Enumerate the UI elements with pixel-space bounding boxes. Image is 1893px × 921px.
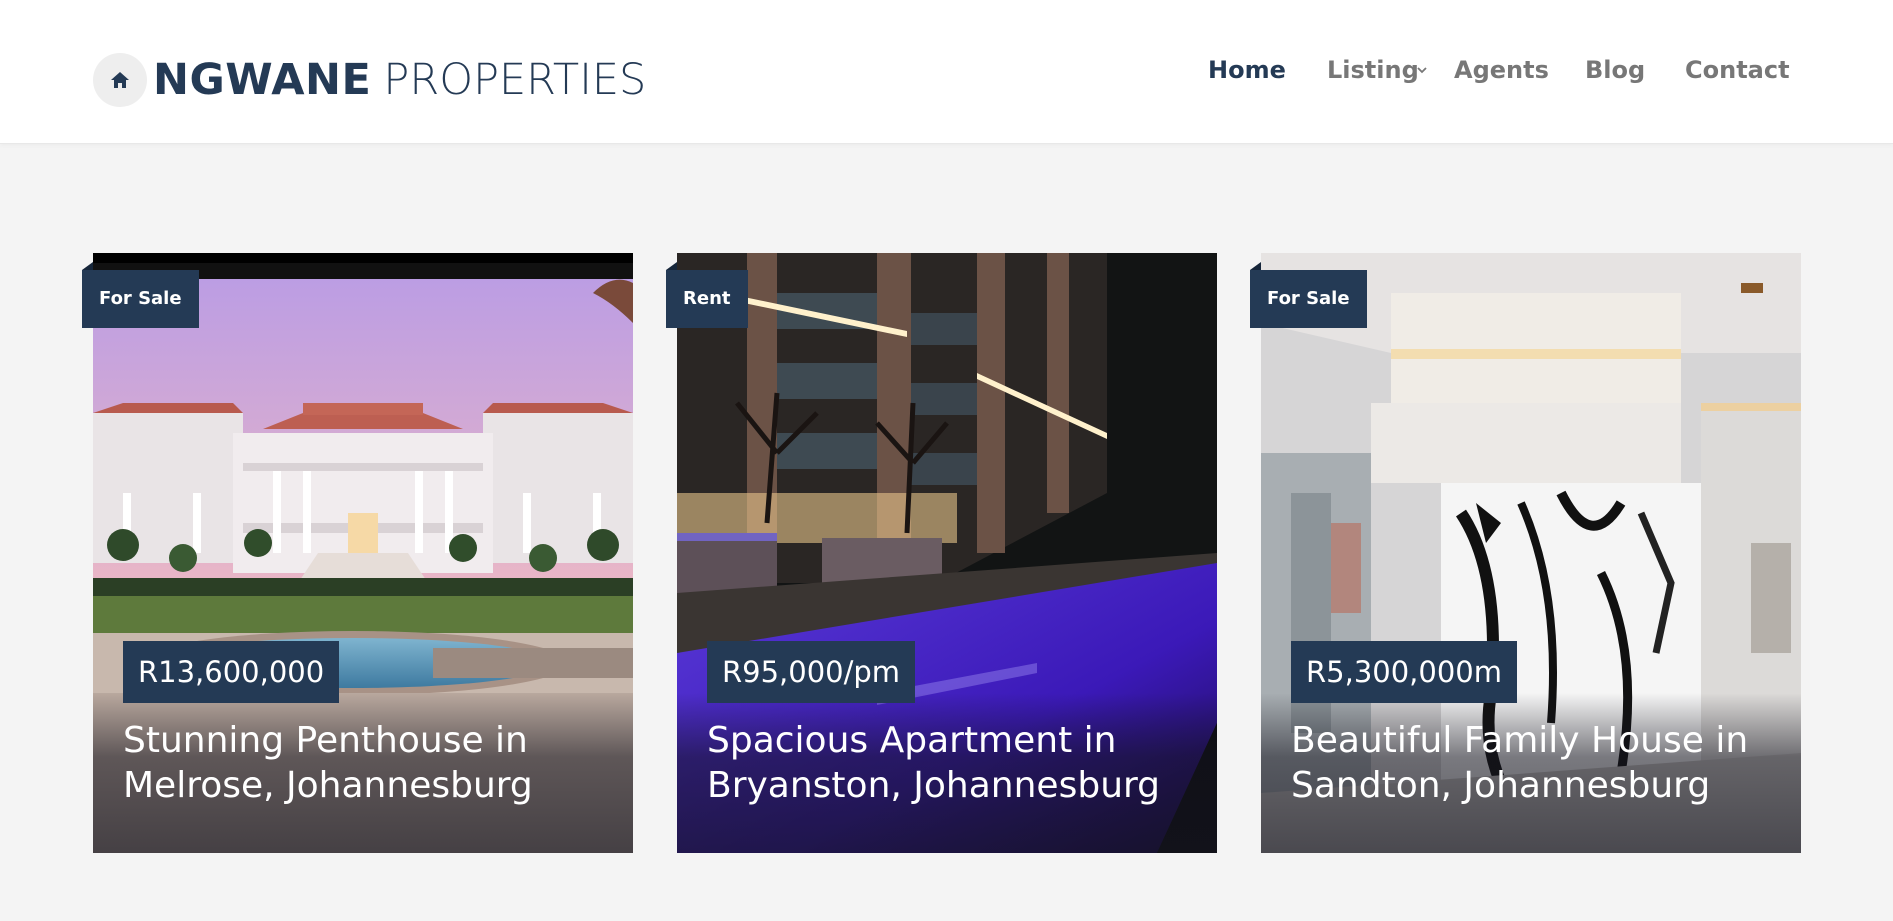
status-badge: For Sale: [82, 270, 199, 328]
nav-listing[interactable]: Listing: [1327, 52, 1419, 88]
price-tag: R13,600,000: [123, 641, 340, 703]
site-header: NGWANE PROPERTIES Home Listing Agents Bl…: [0, 0, 1893, 144]
listing-title[interactable]: Beautiful Family House in Sandton, Johan…: [1291, 718, 1781, 808]
home-icon: [93, 53, 147, 107]
brand-name-light: PROPERTIES: [383, 55, 647, 105]
brand-logo[interactable]: NGWANE PROPERTIES: [93, 52, 646, 108]
chevron-down-icon[interactable]: [1416, 52, 1430, 88]
nav-contact[interactable]: Contact: [1685, 52, 1790, 88]
listing-card[interactable]: Rent R95,000/pm Spacious Apartment in Br…: [666, 253, 1217, 853]
status-badge: For Sale: [1250, 270, 1367, 328]
badge-fold: [82, 262, 93, 270]
nav-blog[interactable]: Blog: [1585, 52, 1645, 88]
nav-home[interactable]: Home: [1208, 52, 1286, 88]
brand-name-bold: NGWANE: [153, 55, 372, 105]
price-tag: R5,300,000m: [1291, 641, 1517, 703]
listing-title[interactable]: Spacious Apartment in Bryanston, Johanne…: [707, 718, 1197, 808]
price-tag: R95,000/pm: [707, 641, 916, 703]
badge-fold: [1250, 262, 1261, 270]
badge-fold: [666, 262, 677, 270]
listing-title[interactable]: Stunning Penthouse in Melrose, Johannesb…: [123, 718, 613, 808]
listing-card[interactable]: For Sale R5,300,000m Beautiful Family Ho…: [1250, 253, 1801, 853]
status-badge: Rent: [666, 270, 748, 328]
listing-card[interactable]: For Sale R13,600,000 Stunning Penthouse …: [82, 253, 633, 853]
nav-agents[interactable]: Agents: [1454, 52, 1549, 88]
